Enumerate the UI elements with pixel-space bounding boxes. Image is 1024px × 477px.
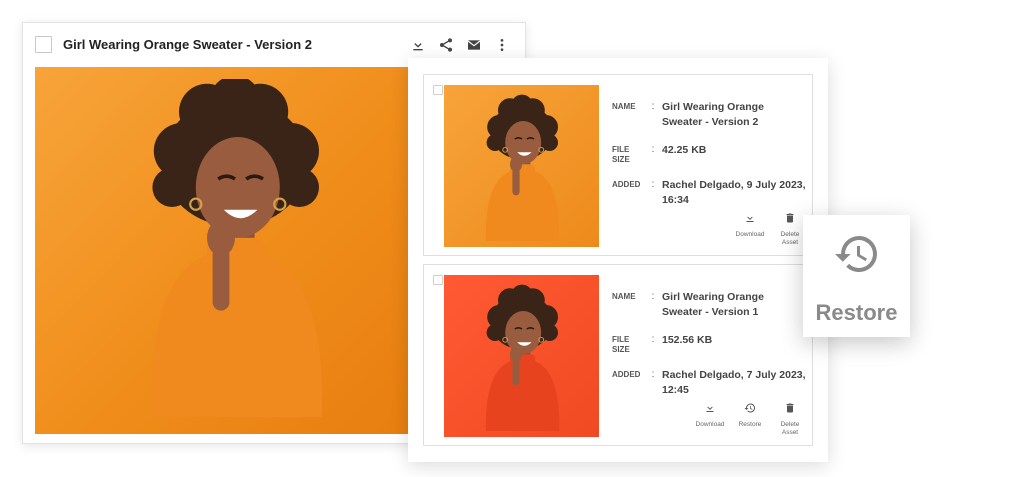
file-size-label: FILE SIZE [612,335,630,354]
download-icon[interactable] [407,35,429,55]
added-label: ADDED [612,370,641,379]
meta-size-row: FILE SIZE : 42.25 KB [612,143,807,165]
more-vertical-icon[interactable] [491,35,513,55]
meta-added-row: ADDED : Rachel Delgado, 7 July 2023, 12:… [612,369,806,396]
added-label: ADDED [612,180,641,189]
version-metadata: NAME : Girl Wearing Orange Sweater - Ver… [612,290,807,411]
asset-title: Girl Wearing Orange Sweater - Version 2 [63,37,313,52]
restore-label: Restore [815,300,898,325]
version-name: Girl Wearing Orange Sweater - Version 1 [662,291,764,318]
version-thumbnail [444,275,599,437]
share-icon[interactable] [435,35,457,55]
version-thumbnail [444,85,599,247]
version-history-panel: NAME : Girl Wearing Orange Sweater - Ver… [408,58,828,462]
name-label: NAME [612,292,636,301]
version-actions: Download Delete Asset [736,212,804,247]
select-version-checkbox[interactable] [433,275,443,285]
version-metadata: NAME : Girl Wearing Orange Sweater - Ver… [612,100,807,221]
file-size-label: FILE SIZE [612,145,630,164]
restore-button[interactable]: Restore [736,402,764,437]
meta-name-row: NAME : Girl Wearing Orange Sweater - Ver… [612,290,807,320]
restore-history-icon [834,236,877,272]
meta-size-row: FILE SIZE : 152.56 KB [612,333,807,355]
download-button[interactable]: Download [736,212,764,247]
select-version-checkbox[interactable] [433,85,443,95]
email-icon[interactable] [463,35,485,55]
restore-callout-button[interactable]: Restore [803,215,910,337]
asset-actions [407,35,513,55]
version-card: NAME : Girl Wearing Orange Sweater - Ver… [423,74,813,256]
version-file-size: 42.25 KB [662,144,707,156]
download-button[interactable]: Download [696,402,724,437]
select-asset-checkbox[interactable] [35,36,52,53]
download-icon [706,403,714,412]
delete-asset-button[interactable]: Delete Asset [776,402,804,437]
version-actions: Download Restore Delete Asset [696,402,804,437]
version-name: Girl Wearing Orange Sweater - Version 2 [662,101,764,128]
download-icon [746,213,754,222]
trash-icon [786,403,794,413]
restore-history-icon [744,403,755,413]
meta-added-row: ADDED : Rachel Delgado, 9 July 2023, 16:… [612,179,806,206]
version-card: NAME : Girl Wearing Orange Sweater - Ver… [423,264,813,446]
meta-name-row: NAME : Girl Wearing Orange Sweater - Ver… [612,100,807,130]
version-added: Rachel Delgado, 9 July 2023, 16:34 [662,179,806,206]
delete-asset-button[interactable]: Delete Asset [776,212,804,247]
version-file-size: 152.56 KB [662,334,713,346]
version-added: Rachel Delgado, 7 July 2023, 12:45 [662,369,806,396]
name-label: NAME [612,102,636,111]
asset-preview-image [35,67,421,434]
trash-icon [786,213,794,223]
